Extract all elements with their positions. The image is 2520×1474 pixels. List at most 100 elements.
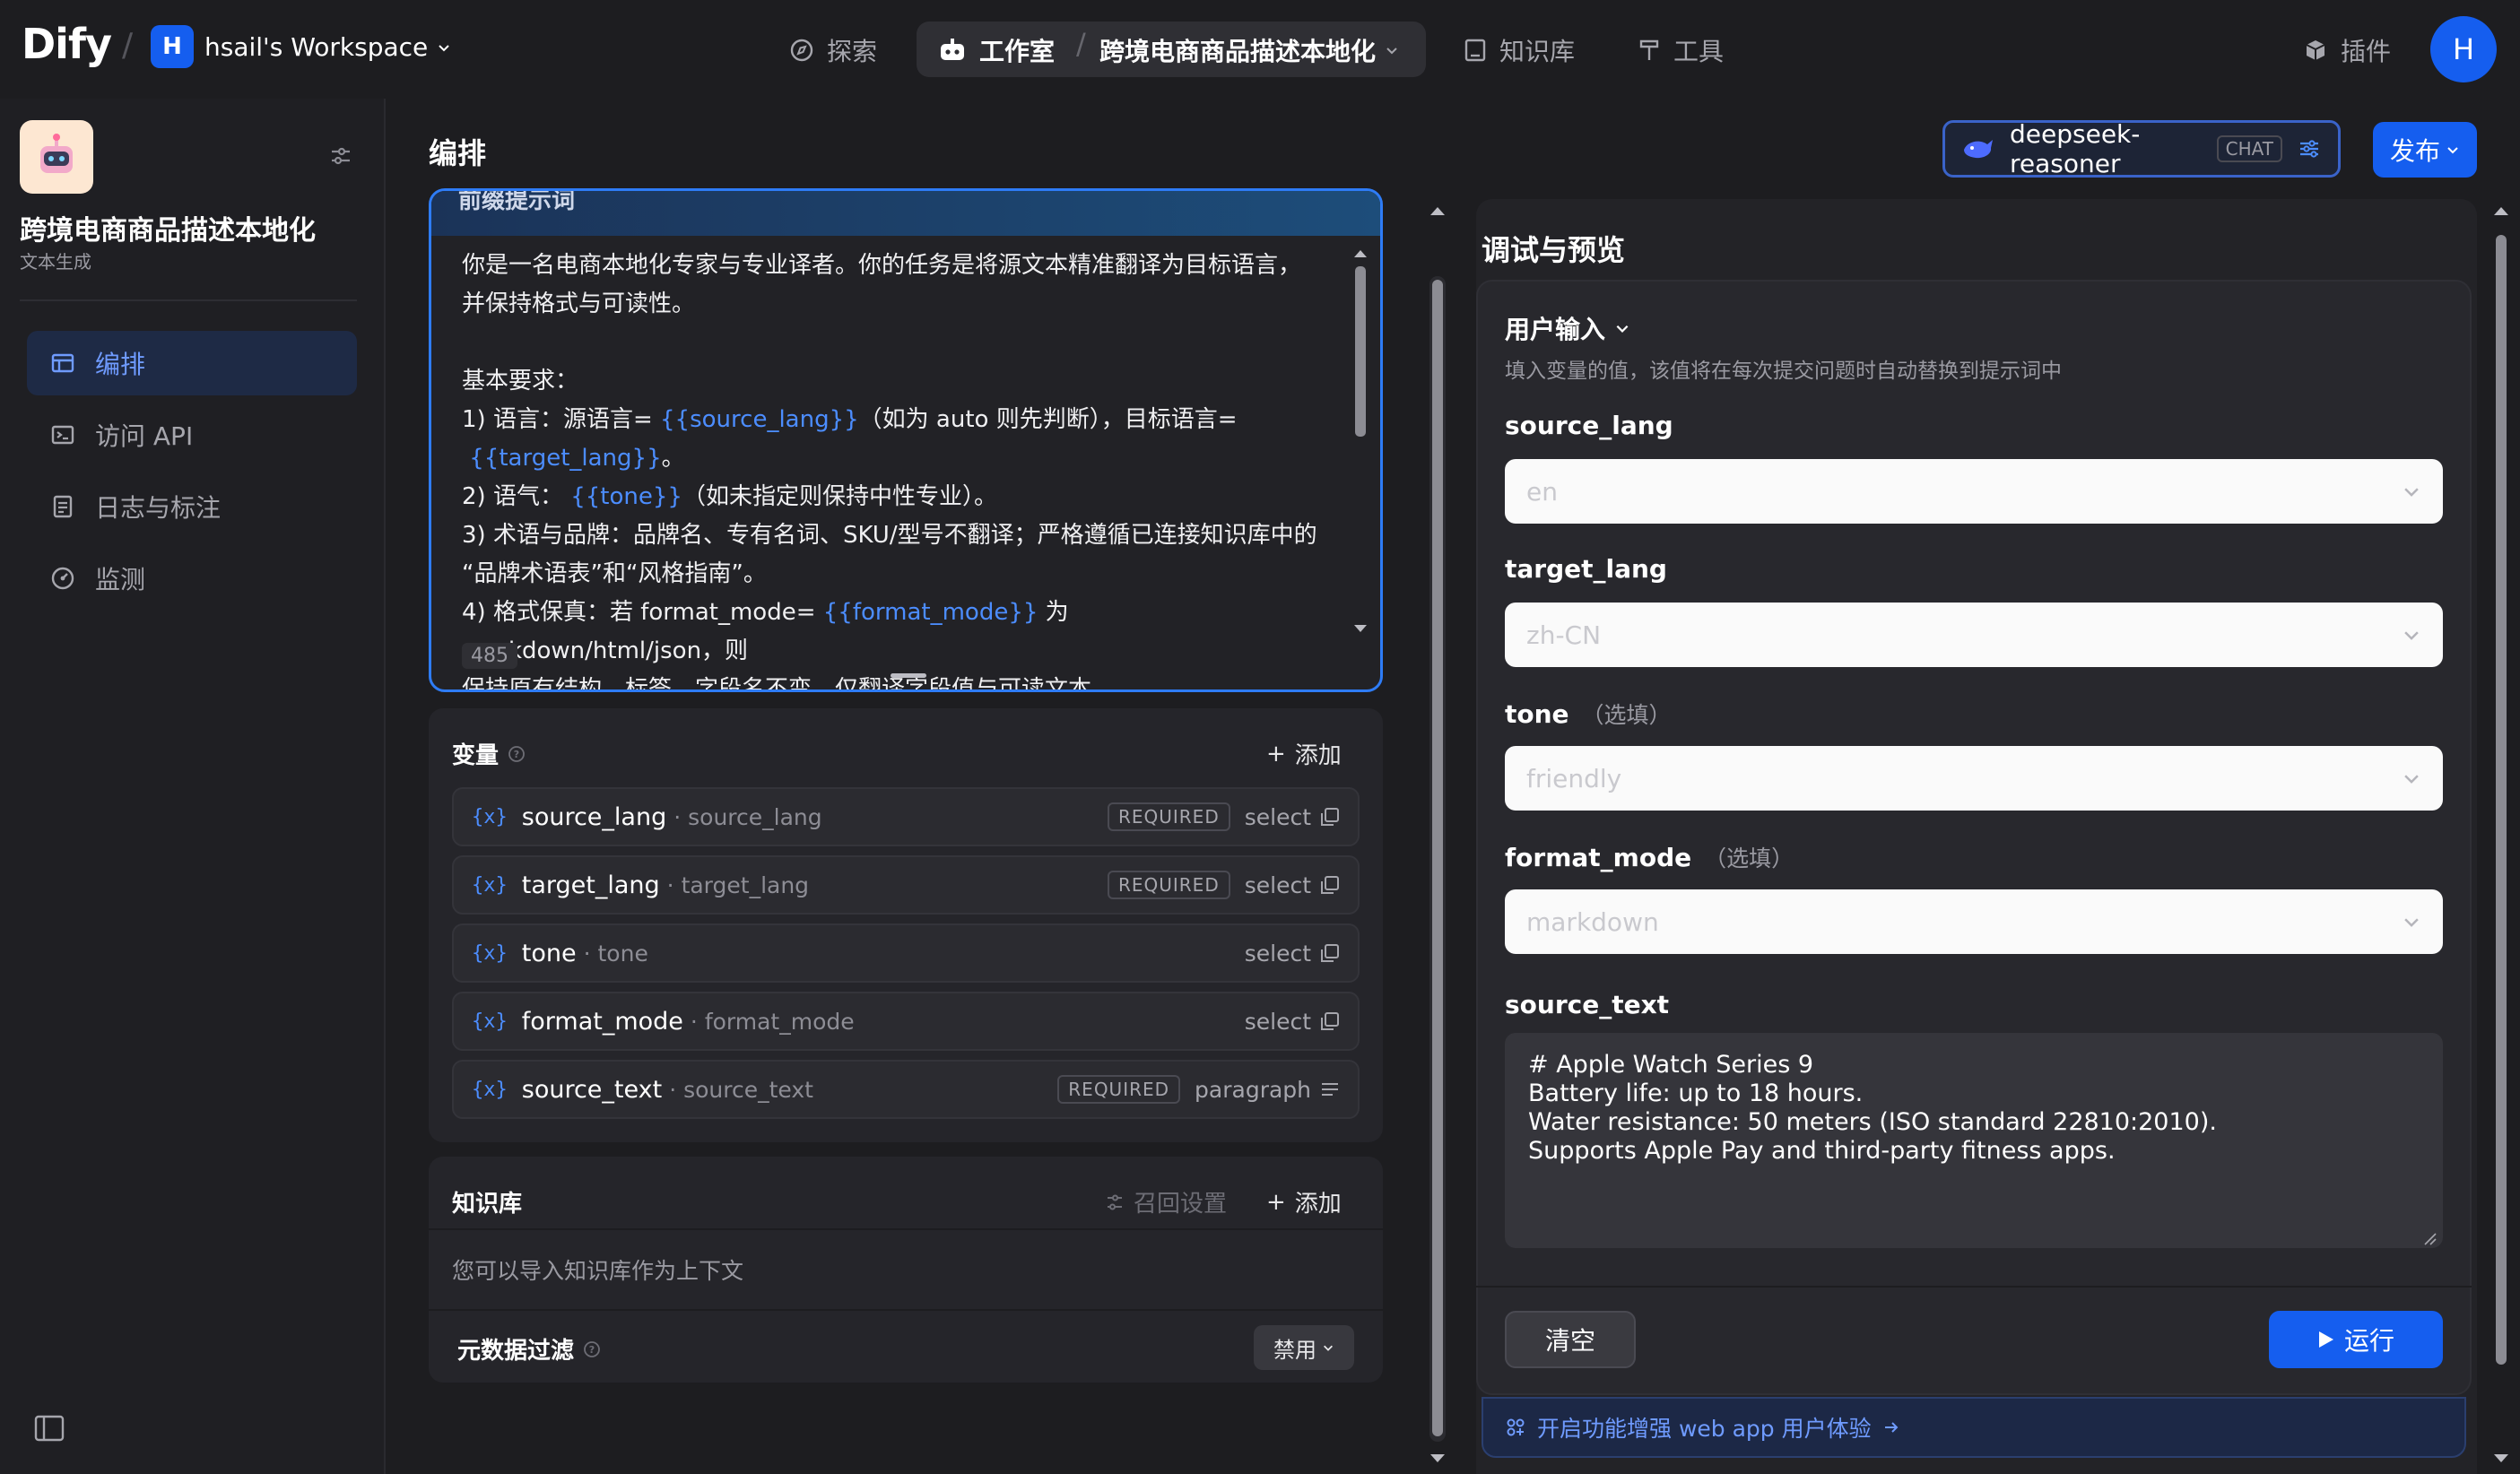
app-switcher[interactable]: 跨境电商商品描述本地化: [1099, 32, 1399, 68]
sidebar-item-orchestrate[interactable]: 编排: [27, 331, 357, 395]
variable-type[interactable]: select: [1245, 941, 1340, 967]
sidebar-item-label: 监测: [95, 565, 146, 594]
field-select[interactable]: markdown: [1505, 889, 2443, 954]
field-label: source_lang: [1505, 411, 1673, 440]
chevron-down-icon: [1614, 320, 1630, 336]
field-select[interactable]: en: [1505, 459, 2443, 524]
document-icon: [50, 494, 75, 519]
sidebar-item-api[interactable]: 访问 API: [27, 403, 357, 467]
center-scrollbar[interactable]: [1426, 199, 1449, 1474]
user-input-title: 用户输入: [1505, 315, 1606, 344]
plus-icon: +: [1266, 740, 1286, 767]
prompt-text-segment: 基本要求：: [462, 368, 579, 395]
dify-logo[interactable]: Dify: [22, 20, 112, 68]
add-variable-button[interactable]: + 添加: [1266, 737, 1342, 770]
divider: [20, 299, 357, 301]
web-app-enhance-banner[interactable]: 开启功能增强 web app 用户体验: [1482, 1397, 2466, 1458]
variable-name: · source_text: [669, 1076, 813, 1103]
variable-row[interactable]: {x} source_lang · source_lang REQUIRED selec…: [452, 787, 1360, 846]
separator: /: [122, 27, 134, 64]
prompt-scrollbar[interactable]: [1351, 245, 1369, 639]
sidebar-item-logs[interactable]: 日志与标注: [27, 474, 357, 539]
prompt-text[interactable]: 你是一名电商本地化专家与专业译者。你的任务是将源文本精准翻译为目标语言， 并保持格…: [462, 247, 1332, 689]
debug-scrollbar[interactable]: [2490, 199, 2513, 1474]
source-text-textarea[interactable]: # Apple Watch Series 9 Battery life: up …: [1505, 1033, 2443, 1248]
variable-row[interactable]: {x} format_mode · format_mode select: [452, 992, 1360, 1051]
variable-icon: {x}: [472, 805, 508, 828]
model-selector[interactable]: deepseek-reasoner CHAT: [1942, 119, 2341, 178]
variable-icon: {x}: [472, 941, 508, 965]
layout-icon: [50, 351, 75, 376]
workspace-badge[interactable]: H: [151, 25, 194, 68]
variable-row[interactable]: {x} target_lang · target_lang REQUIRED selec…: [452, 855, 1360, 915]
required-badge: REQUIRED: [1107, 871, 1230, 899]
nav-knowledge[interactable]: 知识库: [1464, 32, 1575, 68]
app-switcher-label: 跨境电商商品描述本地化: [1099, 37, 1377, 66]
prompt-text-segment: 你是一名电商本地化专家与专业译者。你的任务是将源文本精准翻译为目标语言，: [462, 252, 1302, 279]
separator: /: [1076, 27, 1086, 61]
field-label: tone （选填）: [1505, 698, 1672, 730]
nav-explore-label: 探索: [827, 37, 878, 66]
clear-button[interactable]: 清空: [1505, 1311, 1636, 1368]
whale-icon: [1961, 135, 1995, 162]
page-title: 编排: [429, 136, 487, 170]
variable-row[interactable]: {x} source_text · source_text REQUIRED parag…: [452, 1060, 1360, 1119]
run-label: 运行: [2343, 1326, 2394, 1356]
run-button[interactable]: 运行: [2269, 1311, 2443, 1368]
variable-type[interactable]: select: [1245, 1009, 1340, 1035]
publish-button[interactable]: 发布: [2373, 122, 2477, 178]
sidebar-item-monitor[interactable]: 监测: [27, 546, 357, 611]
variable-type[interactable]: select: [1245, 804, 1340, 830]
prompt-variable-token: {{target_lang}}: [469, 445, 662, 472]
sidebar-settings-icon[interactable]: [328, 143, 353, 169]
resize-handle[interactable]: [891, 673, 926, 678]
field-select-value: friendly: [1526, 763, 1622, 793]
workspace-name: hsail's Workspace: [204, 32, 429, 62]
prompt-text-segment: （如为 auto 则先判断），目标语言=: [858, 406, 1238, 433]
prompt-editor[interactable]: 前缀提示词 你是一名电商本地化专家与专业译者。你的任务是将源文本精准翻译为目标语…: [429, 188, 1383, 692]
left-sidebar: [0, 99, 386, 1474]
add-knowledge-label: 添加: [1294, 1191, 1342, 1218]
variable-type-label: paragraph: [1195, 1076, 1311, 1103]
chevron-down-icon: [1322, 1341, 1334, 1354]
gauge-icon: [50, 566, 75, 591]
nav-plugins[interactable]: 插件: [2303, 32, 2391, 68]
variable-name-text: source_lang: [688, 803, 822, 830]
metadata-filter-title: 元数据过滤 ?: [457, 1332, 601, 1366]
nav-plugins-label: 插件: [2341, 37, 2392, 66]
nav-studio[interactable]: 工作室: [938, 32, 1055, 68]
nav-explore[interactable]: 探索: [789, 32, 877, 68]
chevron-down-icon: [437, 40, 451, 55]
divider: [429, 1309, 1383, 1311]
prompt-header: 前缀提示词: [431, 191, 1380, 236]
prompt-line: {{target_lang}}。: [462, 439, 1332, 478]
prompt-line: 3) 术语与品牌：品牌名、专有名词、SKU/型号不翻译；严格遵循已连接知识库中的: [462, 516, 1332, 555]
add-knowledge-button[interactable]: + 添加: [1266, 1185, 1342, 1218]
source-text-label: source_text: [1505, 990, 1670, 1019]
variable-type[interactable]: select: [1245, 872, 1340, 898]
variable-name-text: tone: [597, 940, 648, 967]
variable-name: · tone: [583, 940, 648, 967]
workspace-switcher[interactable]: hsail's Workspace: [204, 32, 451, 62]
field-select[interactable]: friendly: [1505, 746, 2443, 811]
variable-row[interactable]: {x} tone · tone select: [452, 923, 1360, 983]
nav-tools[interactable]: 工具: [1638, 32, 1724, 68]
field-label-text: source_lang: [1505, 411, 1673, 440]
svg-text:?: ?: [514, 749, 519, 760]
field-label-text: format_mode: [1505, 843, 1692, 872]
textarea-resize-handle[interactable]: [2423, 1232, 2437, 1246]
prompt-line: 4) 格式保真：若 format_mode= {{format_mode}} 为…: [462, 594, 1332, 671]
metadata-filter-select[interactable]: 禁用: [1254, 1325, 1354, 1370]
publish-label: 发布: [2389, 136, 2440, 166]
collapse-sidebar-icon[interactable]: [34, 1415, 65, 1442]
field-label: format_mode （选填）: [1505, 841, 1794, 873]
field-select[interactable]: zh-CN: [1505, 603, 2443, 667]
user-input-toggle[interactable]: 用户输入: [1505, 310, 1630, 346]
prompt-variable-token: {{source_lang}}: [660, 406, 859, 433]
chevron-down-icon: [2402, 625, 2421, 645]
avatar[interactable]: H: [2430, 16, 2497, 82]
variable-type[interactable]: paragraph: [1195, 1077, 1340, 1103]
recall-settings-button[interactable]: 召回设置: [1105, 1185, 1227, 1218]
app-icon: [20, 120, 93, 194]
settings-sliders-icon[interactable]: [2297, 136, 2322, 161]
